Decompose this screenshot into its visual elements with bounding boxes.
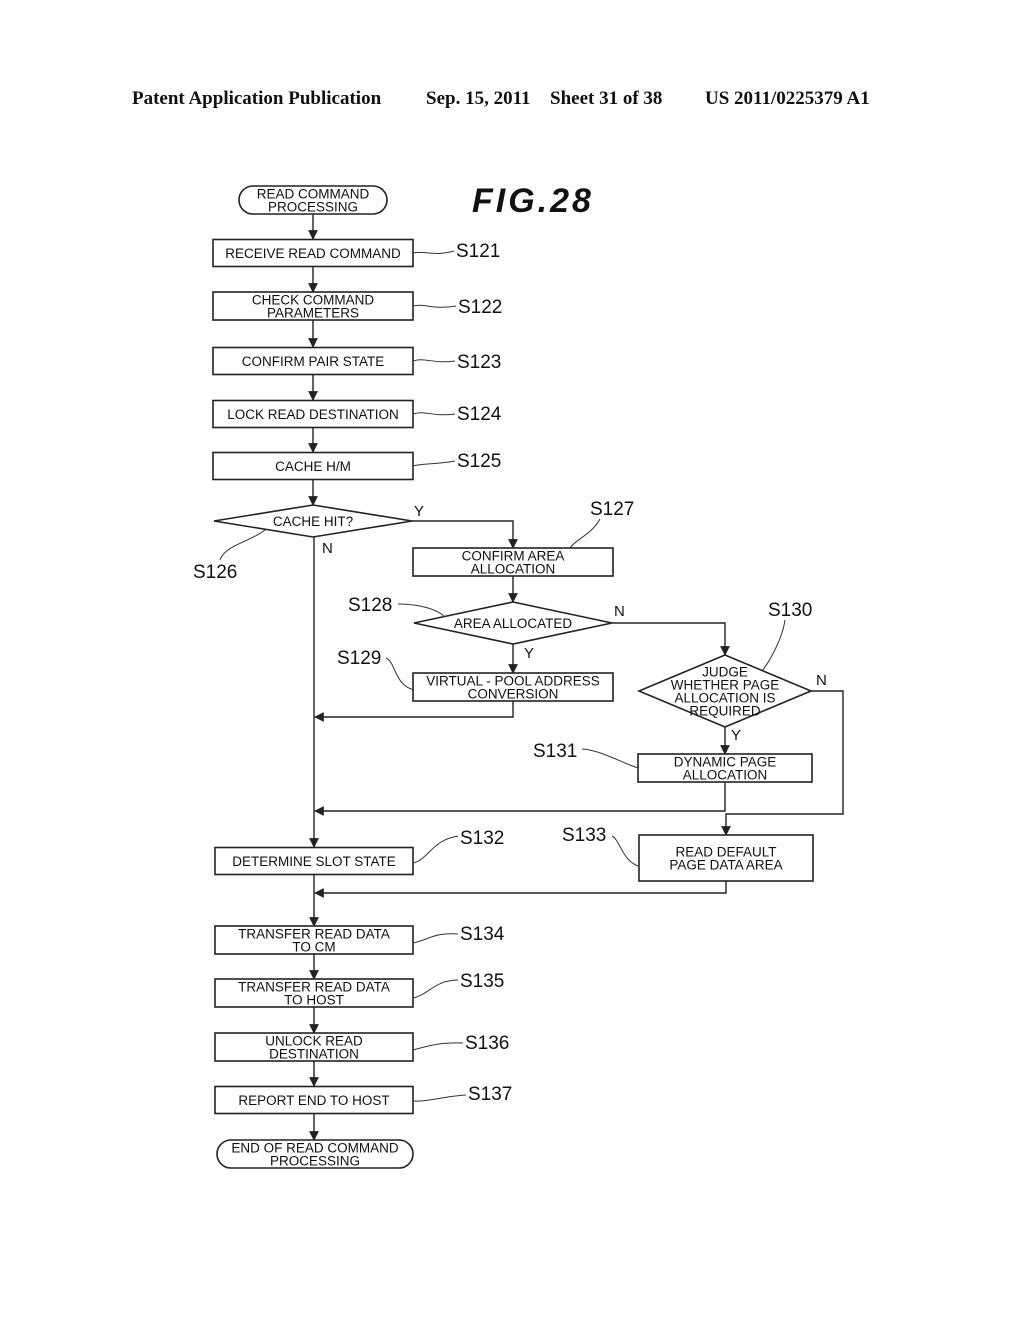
node-s125: CACHE H/M xyxy=(212,451,414,481)
flowchart: FIG.28 Y N Y N Y N READ COMMANDPROCESSING RECE… xyxy=(193,182,844,1169)
step-leader-line xyxy=(762,619,786,671)
step-label: S127 xyxy=(590,499,634,520)
branch-label: N xyxy=(614,603,625,620)
node-text: ALLOCATION xyxy=(683,768,768,783)
node-text: PARAMETERS xyxy=(267,306,359,321)
step-label: S126 xyxy=(193,562,237,583)
node-s129: VIRTUAL - POOL ADDRESSCONVERSION xyxy=(412,672,614,702)
step-leader-line xyxy=(412,359,456,363)
step-label: S134 xyxy=(460,924,505,945)
step-label: S128 xyxy=(348,595,392,616)
edge-s126-s127 xyxy=(412,520,518,549)
step-leader-line xyxy=(412,1042,464,1051)
node-text: CONVERSION xyxy=(468,687,559,702)
branch-label: N xyxy=(816,672,827,689)
step-label: S129 xyxy=(337,648,381,669)
step-leader-line xyxy=(412,460,456,467)
node-s130: JUDGEWHETHER PAGEALLOCATION ISREQUIRED xyxy=(636,654,814,728)
node-text: DETERMINE SLOT STATE xyxy=(232,854,396,869)
node-s136: UNLOCK READDESTINATION xyxy=(214,1032,414,1062)
step-label: S136 xyxy=(465,1033,509,1054)
node-s128: AREA ALLOCATED xyxy=(413,601,613,645)
node-text: AREA ALLOCATED xyxy=(454,616,573,631)
node-text: DESTINATION xyxy=(269,1047,359,1062)
node-s124: LOCK READ DESTINATION xyxy=(212,399,414,429)
step-label: S130 xyxy=(768,600,812,621)
step-label: S123 xyxy=(457,352,501,373)
step-label: S133 xyxy=(562,825,606,846)
step-label: S132 xyxy=(460,828,504,849)
node-text: TO HOST xyxy=(284,993,344,1008)
node-text: CONFIRM PAIR STATE xyxy=(242,354,385,369)
node-text: CACHE HIT? xyxy=(273,514,353,529)
node-text: TO CM xyxy=(292,940,335,955)
step-leader-line xyxy=(412,304,457,308)
node-s132: DETERMINE SLOT STATE xyxy=(214,846,414,876)
step-leader-line xyxy=(412,1094,467,1102)
node-start: READ COMMANDPROCESSING xyxy=(238,185,388,215)
edge-s131-s132 xyxy=(314,782,726,816)
edge-s133-s134 xyxy=(314,881,727,898)
step-label: S131 xyxy=(533,741,577,762)
flowchart-nodes: READ COMMANDPROCESSING RECEIVE READ COMMA… xyxy=(212,185,814,1169)
step-leader-line xyxy=(219,529,266,561)
node-s131: DYNAMIC PAGEALLOCATION xyxy=(637,753,813,783)
step-leader-line xyxy=(412,835,459,864)
edge-s128-s130 xyxy=(612,622,730,656)
node-s133: READ DEFAULTPAGE DATA AREA xyxy=(638,834,814,882)
step-label: S125 xyxy=(457,451,501,472)
node-text: CACHE H/M xyxy=(275,459,351,474)
node-text: PROCESSING xyxy=(268,200,358,215)
branch-label: Y xyxy=(731,727,741,744)
branch-label: N xyxy=(322,540,333,557)
branch-label: Y xyxy=(524,645,534,662)
node-text: RECEIVE READ COMMAND xyxy=(225,246,401,261)
step-label: S121 xyxy=(456,241,500,262)
step-leader-line xyxy=(412,933,459,944)
node-end: END OF READ COMMANDPROCESSING xyxy=(216,1139,414,1169)
step-leader-line xyxy=(385,657,415,691)
step-leader-line xyxy=(412,979,459,999)
node-text: ALLOCATION xyxy=(471,562,556,577)
node-s123: CONFIRM PAIR STATE xyxy=(212,346,414,376)
step-leader-line xyxy=(397,603,445,617)
branch-label: Y xyxy=(414,503,424,520)
node-s122: CHECK COMMANDPARAMETERS xyxy=(212,291,414,321)
step-leader-line xyxy=(611,835,639,867)
node-s121: RECEIVE READ COMMAND xyxy=(212,238,414,268)
node-text: PAGE DATA AREA xyxy=(669,858,782,873)
node-text: REPORT END TO HOST xyxy=(238,1093,389,1108)
node-text: LOCK READ DESTINATION xyxy=(227,407,399,422)
node-text: PROCESSING xyxy=(270,1154,360,1169)
node-s135: TRANSFER READ DATATO HOST xyxy=(214,978,414,1008)
node-s137: REPORT END TO HOST xyxy=(214,1085,414,1115)
step-label: S137 xyxy=(468,1084,512,1105)
figure-title: FIG.28 xyxy=(472,182,594,220)
step-label: S122 xyxy=(458,297,502,318)
edge-s129-s132 xyxy=(314,701,514,722)
step-leader-line xyxy=(581,748,639,769)
node-text: REQUIRED xyxy=(689,704,761,719)
step-leader-line xyxy=(412,412,456,416)
node-s134: TRANSFER READ DATATO CM xyxy=(214,925,414,955)
step-leader-line xyxy=(412,250,455,254)
node-s126: CACHE HIT? xyxy=(213,504,413,538)
step-label: S135 xyxy=(460,971,504,992)
step-label: S124 xyxy=(457,404,502,425)
node-s127: CONFIRM AREAALLOCATION xyxy=(412,547,614,577)
step-leader-line xyxy=(569,518,601,549)
